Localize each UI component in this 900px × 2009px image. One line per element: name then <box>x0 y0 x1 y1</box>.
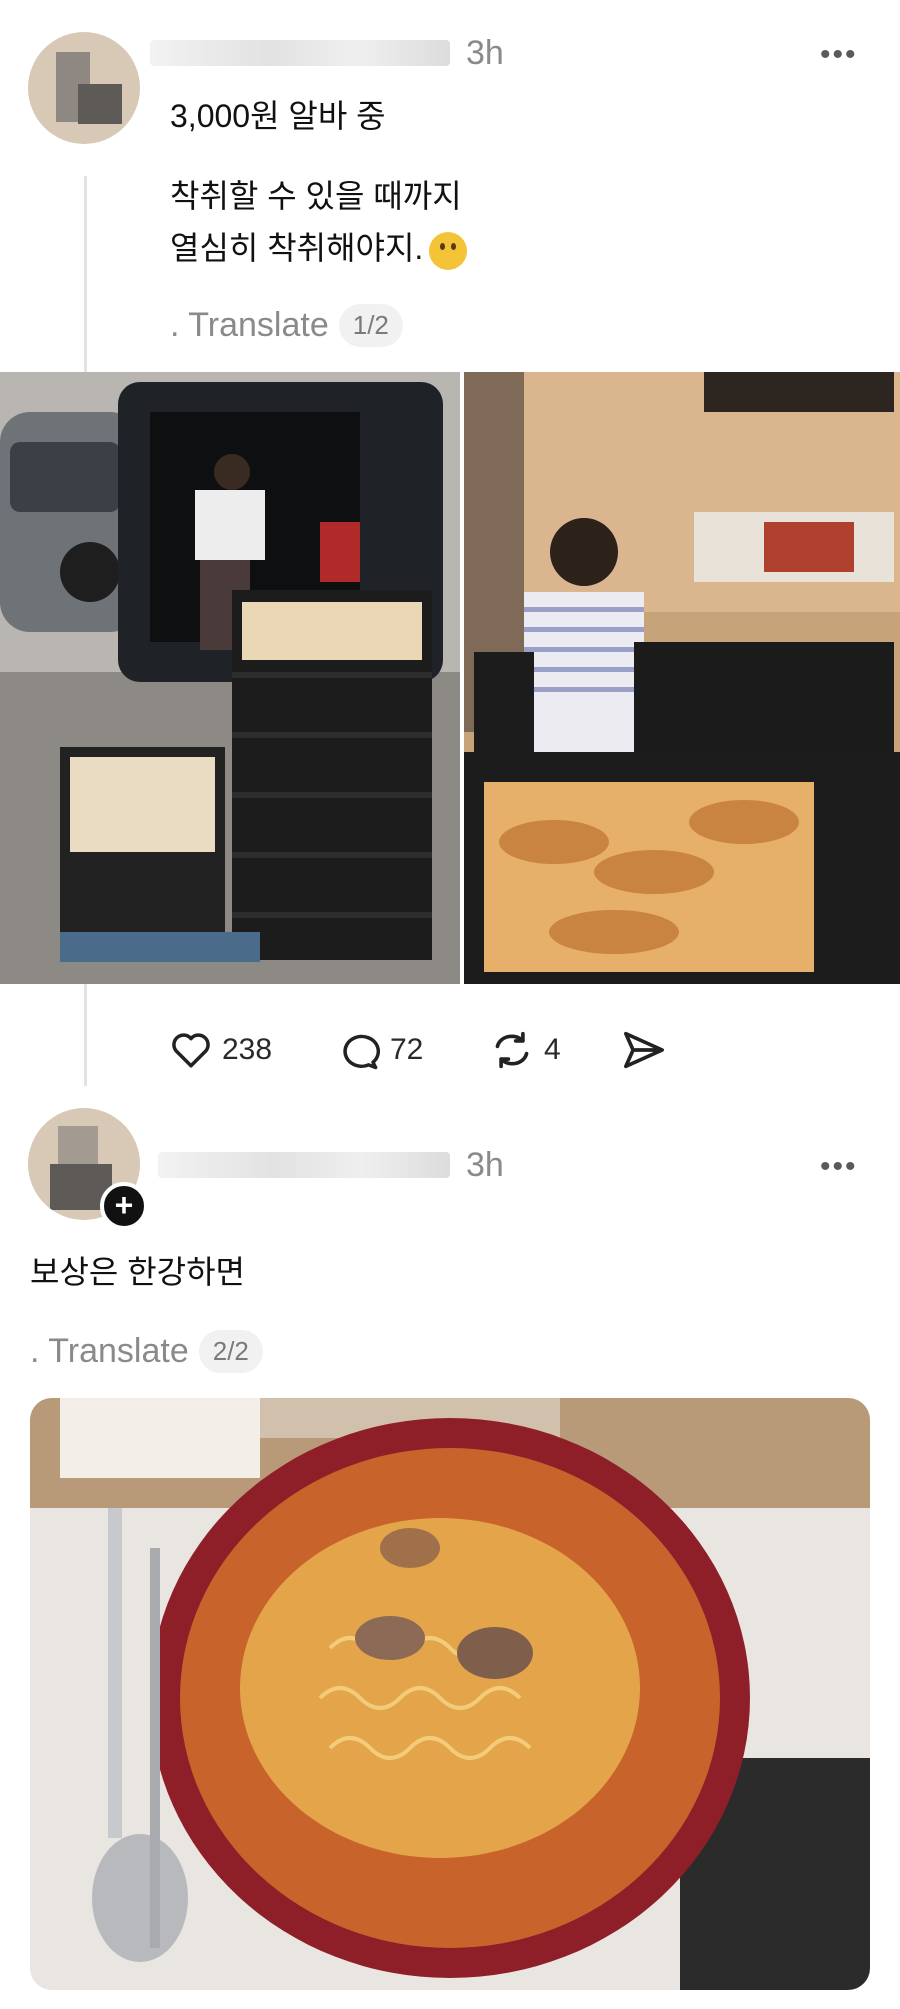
post2-translate-row: . Translate 2/2 <box>30 1330 263 1373</box>
post1-translate-row: . Translate 1/2 <box>170 304 403 347</box>
post1-photo-van[interactable] <box>0 372 460 984</box>
comment-button[interactable]: 72 <box>338 1030 423 1070</box>
comment-count: 72 <box>390 1033 424 1066</box>
post1-timestamp: 3h <box>466 34 504 72</box>
post1-avatar[interactable] <box>28 32 140 144</box>
post2-username[interactable] <box>158 1152 450 1178</box>
follow-plus-icon[interactable]: + <box>100 1182 148 1230</box>
post2-text: 보상은 한강하면 <box>30 1254 245 1290</box>
thinking-emoji-icon <box>429 231 468 270</box>
heart-icon <box>172 1033 210 1068</box>
post1-more-icon[interactable]: ••• <box>820 38 858 72</box>
ramen-photo-illustration <box>30 1398 870 1990</box>
post1-text-line3-wrap: 열심히 착취해야지. <box>170 220 468 276</box>
repost-icon <box>495 1031 529 1069</box>
share-send-icon <box>623 1031 664 1069</box>
post2-more-icon[interactable]: ••• <box>820 1150 858 1184</box>
repost-count: 4 <box>544 1033 561 1066</box>
post1-text-line3: 열심히 착취해야지. <box>170 230 424 266</box>
post1-text-line2: 착취할 수 있을 때까지 <box>170 178 462 214</box>
post2-timestamp: 3h <box>466 1146 504 1184</box>
shop-photo-illustration <box>464 372 900 984</box>
like-button[interactable]: 238 <box>170 1030 272 1070</box>
post1-photo-shop[interactable] <box>464 372 900 984</box>
post2-photo-ramen[interactable] <box>30 1398 870 1990</box>
post1-username[interactable] <box>150 40 450 66</box>
comment-bubble-icon <box>343 1034 380 1070</box>
van-photo-illustration <box>0 372 460 984</box>
post1-text-line1: 3,000원 알바 중 <box>170 98 386 134</box>
post1-translate-link[interactable]: . Translate <box>170 306 329 345</box>
repost-button[interactable]: 4 <box>490 1030 561 1070</box>
post1-pager: 1/2 <box>338 304 403 347</box>
like-count: 238 <box>222 1033 273 1066</box>
share-button[interactable] <box>622 1030 666 1070</box>
post2-translate-link[interactable]: . Translate <box>30 1332 189 1371</box>
post2-pager: 2/2 <box>198 1330 263 1373</box>
